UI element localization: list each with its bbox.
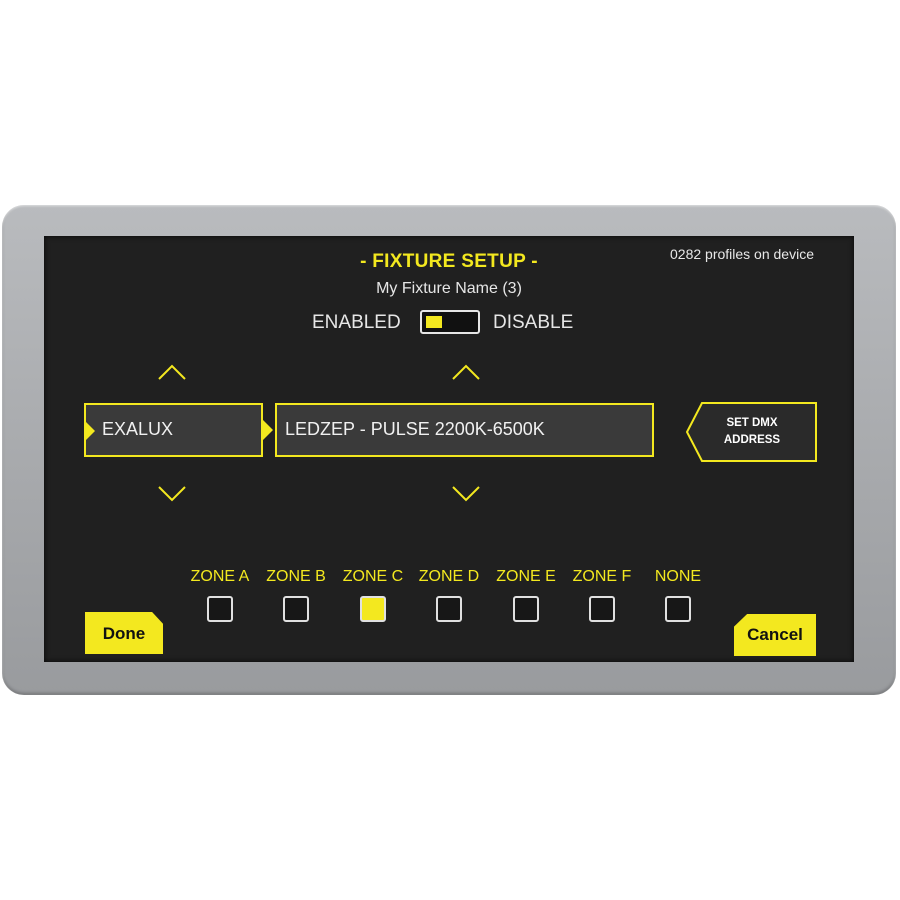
zone-label-f: ZONE F — [572, 568, 632, 585]
zone-checkbox-a[interactable] — [207, 596, 233, 622]
zone-label-c: ZONE C — [342, 568, 404, 585]
profile-value: LEDZEP - PULSE 2200K-6500K — [285, 419, 545, 439]
enabled-label: ENABLED — [312, 312, 401, 333]
zone-checkbox-c[interactable] — [360, 596, 386, 622]
toggle-knob — [426, 316, 442, 328]
profile-marker-icon — [262, 419, 273, 441]
selected-marker-icon — [84, 420, 95, 442]
disable-label: DISABLE — [493, 312, 574, 333]
manufacturer-value: EXALUX — [102, 419, 174, 439]
zone-checkbox-none[interactable] — [665, 596, 691, 622]
zone-checkbox-e[interactable] — [513, 596, 539, 622]
cancel-button[interactable]: Cancel — [734, 614, 816, 656]
enable-toggle[interactable] — [420, 310, 480, 334]
manufacturer-selector[interactable]: EXALUX — [84, 403, 263, 457]
dmx-button-label: SET DMX ADDRESS — [686, 415, 818, 449]
profile-down-icon[interactable] — [451, 485, 481, 503]
profile-up-icon[interactable] — [451, 363, 481, 381]
profile-selector[interactable]: LEDZEP - PULSE 2200K-6500K — [275, 403, 654, 457]
dmx-label-line1: SET DMX — [726, 417, 778, 429]
manufacturer-up-icon[interactable] — [157, 363, 187, 381]
zone-label-a: ZONE A — [190, 568, 250, 585]
zone-checkbox-b[interactable] — [283, 596, 309, 622]
set-dmx-address-button[interactable]: SET DMX ADDRESS — [686, 402, 818, 462]
fixture-name: My Fixture Name (3) — [376, 280, 522, 297]
zone-checkbox-f[interactable] — [589, 596, 615, 622]
zone-label-b: ZONE B — [266, 568, 326, 585]
zone-label-d: ZONE D — [418, 568, 480, 585]
touch-screen: - FIXTURE SETUP - 0282 profiles on devic… — [44, 236, 854, 662]
profiles-count: 0282 profiles on device — [670, 246, 814, 262]
zone-label-none: NONE — [654, 568, 702, 585]
done-button[interactable]: Done — [85, 612, 163, 654]
manufacturer-down-icon[interactable] — [157, 485, 187, 503]
zone-label-e: ZONE E — [496, 568, 556, 585]
dmx-label-line2: ADDRESS — [723, 434, 781, 446]
zone-checkbox-d[interactable] — [436, 596, 462, 622]
